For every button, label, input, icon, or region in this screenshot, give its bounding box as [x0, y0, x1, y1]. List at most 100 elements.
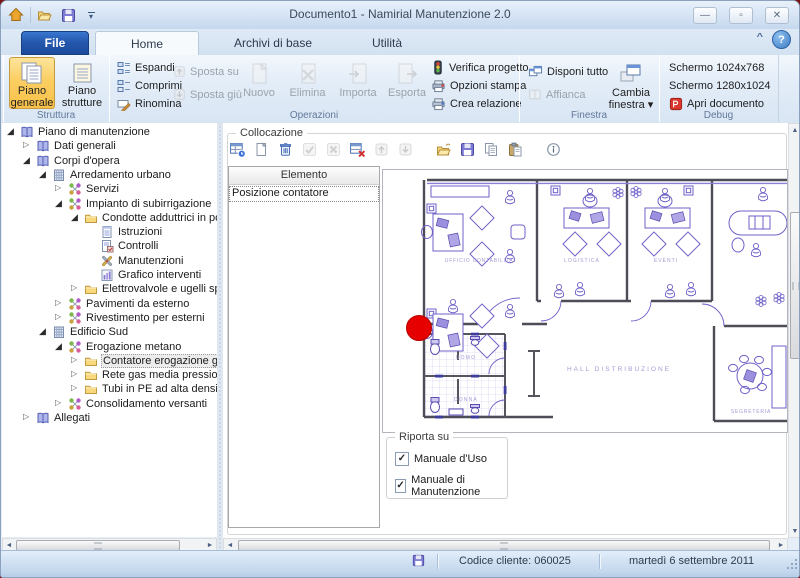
tree-item[interactable]: ▷Tubi in PE ad alta densità [2, 382, 217, 396]
help-icon[interactable]: ? [772, 30, 791, 49]
tree-expanded-icon[interactable]: ◢ [55, 198, 62, 209]
tree-collapsed-icon[interactable]: ▷ [23, 140, 29, 149]
tree-item[interactable]: ▷Elettrovalvole e ugelli spruzzat [2, 282, 217, 296]
open-folder-icon[interactable] [435, 141, 452, 158]
tree-item-label: Pavimenti da esterno [86, 298, 189, 310]
close-button[interactable]: ✕ [765, 7, 789, 24]
move-down-icon[interactable] [397, 141, 414, 158]
elimina-button[interactable]: Elimina [285, 57, 330, 109]
tree-collapsed-icon[interactable]: ▷ [55, 298, 61, 307]
tree-item[interactable]: ◢Impianto di subirrigazione [2, 197, 217, 211]
trash-icon[interactable] [277, 141, 294, 158]
maximize-button[interactable]: ▫ [729, 7, 753, 24]
confirm-icon[interactable] [301, 141, 318, 158]
scroll-up-icon[interactable]: ▲ [789, 124, 800, 136]
tree-item[interactable]: ▷Dati generali [2, 139, 217, 153]
disponi-tutto-button[interactable]: Disponi tutto [528, 63, 608, 80]
affianca-button[interactable]: Affianca [528, 86, 586, 103]
checkbox-manuale-uso[interactable]: ✓ [395, 452, 409, 466]
tree-collapsed-icon[interactable]: ▷ [55, 183, 61, 192]
tree-item[interactable]: ◢Arredamento urbano [2, 168, 217, 182]
esporta-button[interactable]: Esporta [385, 57, 429, 109]
tree-item[interactable]: Controlli [2, 239, 217, 253]
piano-strutture-button[interactable]: Piano strutture [59, 57, 105, 109]
list-header-elemento[interactable]: Elemento [229, 167, 379, 185]
tree-collapsed-icon[interactable]: ▷ [71, 369, 77, 378]
tab-file[interactable]: File [21, 31, 89, 55]
new-page-icon[interactable] [253, 141, 270, 158]
checkbox-manuale-manutenzione[interactable]: ✓ [395, 479, 406, 493]
print-options-icon [431, 79, 446, 93]
cancel-icon[interactable] [325, 141, 342, 158]
opzioni-stampa-button[interactable]: Opzioni stampa [431, 77, 526, 94]
tree-item[interactable]: ▷Contatore erogazione gas [2, 354, 217, 368]
tab-utilita[interactable]: Utilità [347, 31, 427, 55]
info-icon[interactable] [545, 141, 562, 158]
folder-icon [84, 368, 98, 382]
tree-expanded-icon[interactable]: ◢ [7, 126, 14, 137]
tree-collapsed-icon[interactable]: ▷ [71, 283, 77, 292]
importa-button[interactable]: Importa [335, 57, 381, 109]
minimize-button[interactable]: — [693, 7, 717, 24]
tree-collapsed-icon[interactable]: ▷ [71, 383, 77, 392]
group-label-struttura: Struttura [3, 110, 109, 121]
tree-item[interactable]: ◢ Corpi d'opera [2, 154, 217, 168]
verifica-progetto-button[interactable]: Verifica progetto [431, 59, 529, 76]
floorplan: UFFICIO CONTABILITA' LOGISTICA EVENTI HA… [382, 169, 788, 433]
copy-icon[interactable] [483, 141, 500, 158]
resize-grip[interactable] [787, 559, 797, 569]
tree-item[interactable]: ▷Rete gas media pressione [2, 368, 217, 382]
tree-collapsed-icon[interactable]: ▷ [23, 412, 29, 421]
tree-item[interactable]: Grafico interventi [2, 268, 217, 282]
minimize-ribbon-icon[interactable]: ^ [757, 32, 763, 42]
tree-item[interactable]: ◢Erogazione metano [2, 340, 217, 354]
tree-item-label: Corpi d'opera [54, 155, 120, 167]
tree-item[interactable]: Manutenzioni [2, 254, 217, 268]
group-label-finestra: Finestra [519, 110, 659, 121]
tree-expanded-icon[interactable]: ◢ [71, 212, 78, 223]
grid-remove-icon[interactable] [349, 141, 366, 158]
save-icon[interactable] [459, 141, 476, 158]
sposta-giu-button[interactable]: Sposta giù [173, 86, 242, 103]
status-date: martedì 6 settembre 2011 [629, 555, 754, 567]
tab-home[interactable]: Home [95, 31, 199, 55]
tree-collapsed-icon[interactable]: ▷ [55, 312, 61, 321]
tree-item[interactable]: ▷Allegati [2, 411, 217, 425]
tree-expanded-icon[interactable]: ◢ [55, 341, 62, 352]
folder-icon [84, 211, 98, 225]
position-marker[interactable] [407, 316, 432, 341]
ribbon-group-struttura: Piano generale Piano strutture Struttura [3, 55, 110, 122]
tab-archivi-di-base[interactable]: Archivi di base [205, 31, 341, 55]
tree-expanded-icon[interactable]: ◢ [39, 326, 46, 337]
tree-item[interactable]: ▷Consolidamento versanti [2, 397, 217, 411]
schermo-1280-button[interactable]: Schermo 1280x1024 [669, 77, 771, 94]
schermo-1024-button[interactable]: Schermo 1024x768 [669, 59, 764, 76]
espandi-button[interactable]: Espandi [117, 59, 175, 76]
sposta-su-button[interactable]: Sposta su [173, 63, 239, 80]
tree-item[interactable]: ◢ Piano di manutenzione [2, 125, 217, 139]
piano-generale-button[interactable]: Piano generale [9, 57, 55, 109]
main-vscrollbar[interactable]: ▲ ▼ [788, 123, 800, 538]
tree-item-label: Piano di manutenzione [38, 126, 150, 138]
list-item[interactable]: Posizione contatore [229, 186, 379, 202]
tree-item[interactable]: Istruzioni [2, 225, 217, 239]
move-up-icon [173, 65, 186, 78]
nuovo-button[interactable]: Nuovo [237, 57, 281, 109]
move-up-icon[interactable] [373, 141, 390, 158]
scroll-down-icon[interactable]: ▼ [789, 525, 800, 537]
tree-item-label: Servizi [86, 183, 119, 195]
paste-icon[interactable] [507, 141, 524, 158]
tree-collapsed-icon[interactable]: ▷ [71, 355, 77, 364]
tree-item[interactable]: ◢Condotte adduttrici in polietile [2, 211, 217, 225]
tree-expanded-icon[interactable]: ◢ [39, 169, 46, 180]
tree-item[interactable]: ▷Rivestimento per esterni [2, 311, 217, 325]
tree-collapsed-icon[interactable]: ▷ [55, 398, 61, 407]
tree-item[interactable]: ◢Edificio Sud [2, 325, 217, 339]
cambia-finestra-button[interactable]: Cambia finestra ▾ [607, 57, 655, 113]
tree-expanded-icon[interactable]: ◢ [23, 155, 30, 166]
printer-icon [431, 97, 446, 111]
main-vscrollbar-thumb[interactable] [790, 212, 800, 359]
grid-edit-icon[interactable] [229, 141, 246, 158]
tree-item[interactable]: ▷ Pavimenti da esterno [2, 297, 217, 311]
tree-item[interactable]: ▷ Servizi [2, 182, 217, 196]
